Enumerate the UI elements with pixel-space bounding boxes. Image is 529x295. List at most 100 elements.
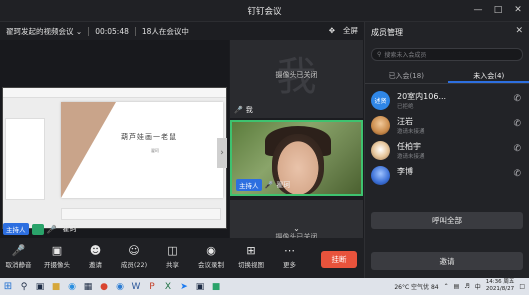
search-icon: ⚲ — [377, 51, 382, 58]
call-all-button[interactable]: 呼叫全部 — [371, 212, 523, 229]
grid-icon: ⊞ — [246, 243, 256, 257]
member-name: 任柏宇 — [397, 142, 421, 151]
hang-up-button[interactable]: 挂断 — [321, 251, 357, 268]
share-button[interactable]: ◫ 共享 — [154, 243, 191, 270]
presenter-name: 翟珂 — [62, 225, 77, 233]
os-taskbar: ⊞ ⚲ ▣ ■ ◉ ▦ ● ◉ W P X ➤ ▣ ■ 26°C 空气优 84 … — [0, 278, 529, 295]
member-status: 邀请未接通 — [397, 154, 425, 160]
phone-icon[interactable]: ✆ — [513, 169, 521, 179]
task-view-icon[interactable]: ▣ — [32, 280, 48, 294]
member-search-input[interactable]: ⚲ 搜索未入会成员 — [371, 48, 523, 61]
phone-icon[interactable]: ✆ — [513, 94, 521, 104]
camera-button[interactable]: ▣ 开摄像头 — [37, 244, 77, 270]
video-tile-self[interactable]: 我 摄像头已关闭 🎤 我 — [230, 40, 363, 118]
unmute-button[interactable]: 🎤 取消静音 — [0, 243, 37, 270]
record-button[interactable]: ◉ 会议录制 — [191, 244, 231, 270]
app-icon[interactable]: ■ — [208, 280, 224, 294]
minimize-icon[interactable]: — — [471, 3, 485, 17]
shared-screen-area: 葫芦娃画一老鼠 翟珂 › — [0, 40, 229, 238]
ppt-thumbnail-pane — [5, 118, 45, 200]
avatar: 述贤 — [371, 91, 390, 110]
camera-off-text: 摄像头已关闭 — [275, 71, 318, 79]
slide-subtitle: 翟珂 — [151, 148, 159, 153]
toolbar-label: 会议录制 — [198, 261, 224, 269]
close-icon[interactable]: ✕ — [511, 3, 525, 17]
list-item[interactable]: 李博 ✆ — [365, 163, 529, 188]
meeting-name-dropdown[interactable]: 翟珂发起的视频会议 ⌄ — [0, 26, 88, 37]
video-tiles: 我 摄像头已关闭 🎤 我 主持人 🎤 翟珂 ⌄ 摄像头已关闭 — [230, 40, 363, 241]
chrome-icon[interactable]: ● — [96, 280, 112, 294]
screen-share-icon — [31, 223, 44, 235]
member-name: 汪岩 — [397, 117, 413, 126]
list-item[interactable]: 汪岩 邀请未接通 ✆ — [365, 113, 529, 138]
meeting-duration: 00:05:48 — [95, 26, 129, 36]
volume-icon[interactable]: ♬ — [464, 283, 469, 290]
dingtalk-icon[interactable]: ➤ — [176, 280, 192, 294]
search-placeholder: 搜索未入会成员 — [384, 52, 427, 59]
slide-decoration — [61, 102, 116, 198]
search-icon[interactable]: ⚲ — [16, 280, 32, 294]
participant-count: 18人在会议中 — [141, 26, 189, 36]
member-status: 邀请未接通 — [397, 129, 425, 135]
browser-icon[interactable]: ◉ — [64, 280, 80, 294]
toolbar-label: 切换视图 — [238, 261, 264, 269]
ime-indicator[interactable]: 中 — [475, 282, 481, 291]
meeting-toolbar: 🎤 取消静音 ▣ 开摄像头 ☻ 邀请 ☺ 成员(22) ◫ 共享 ◉ 会议录制 … — [0, 238, 364, 278]
fullscreen-button[interactable]: 全屏 — [343, 25, 358, 36]
member-name: 李博 — [397, 167, 413, 176]
grid-layout-icon[interactable]: ✥ — [329, 26, 335, 35]
phone-icon[interactable]: ✆ — [513, 119, 521, 129]
avatar — [371, 141, 390, 160]
invite-members-button[interactable]: 邀请 — [371, 252, 523, 270]
weather-widget[interactable]: 26°C 空气优 84 — [394, 282, 438, 291]
tile-name: 翟珂 — [276, 181, 291, 189]
video-tile-other[interactable]: ⌄ 摄像头已关闭 — [230, 200, 363, 241]
mic-muted-icon: 🎤 — [234, 106, 243, 114]
invite-button[interactable]: ☻ 邀请 — [77, 243, 114, 270]
mic-muted-icon: 🎤 — [11, 243, 26, 257]
list-item[interactable]: 任柏宇 邀请未接通 ✆ — [365, 138, 529, 163]
phone-icon[interactable]: ✆ — [513, 144, 521, 154]
app-icon[interactable]: ▣ — [192, 280, 208, 294]
toolbar-label: 成员(22) — [120, 261, 148, 269]
file-explorer-icon[interactable]: ■ — [48, 280, 64, 294]
network-icon[interactable]: ▤ — [454, 283, 460, 290]
member-status: 已拒绝 — [397, 104, 414, 110]
excel-icon[interactable]: X — [160, 280, 176, 294]
notification-icon[interactable]: □ — [519, 283, 525, 290]
ppt-slide: 葫芦娃画一老鼠 翟珂 — [61, 102, 223, 198]
ppt-toolbar — [3, 88, 226, 98]
toolbar-label: 邀请 — [89, 261, 102, 269]
close-icon[interactable]: ✕ — [515, 26, 523, 36]
collapse-arrow-icon[interactable]: › — [217, 138, 227, 168]
dingtalk-meeting-window: 钉钉会议 — □ ✕ 翟珂发起的视频会议 ⌄ 00:05:48 18人在会议中 … — [0, 0, 529, 295]
clock-time: 14:36 周五 — [485, 279, 515, 285]
tab-not-joined[interactable]: 未入会(4) — [447, 68, 529, 83]
maximize-icon[interactable]: □ — [491, 3, 505, 17]
video-tile-speaker[interactable]: 主持人 🎤 翟珂 — [230, 120, 363, 196]
clock[interactable]: 14:36 周五 2021/8/27 — [486, 279, 515, 293]
host-badge: 主持人 — [236, 179, 262, 191]
more-button[interactable]: ⋯ 更多 — [271, 243, 308, 270]
panel-title: 成员管理 — [371, 28, 403, 37]
members-icon: ☺ — [128, 243, 140, 257]
members-button[interactable]: ☺ 成员(22) — [114, 243, 154, 270]
word-icon[interactable]: W — [128, 280, 144, 294]
mic-icon: 🎤 — [46, 224, 57, 234]
invite-icon: ☻ — [89, 243, 102, 257]
store-icon[interactable]: ▦ — [80, 280, 96, 294]
switch-view-button[interactable]: ⊞ 切换视图 — [231, 243, 271, 270]
toolbar-label: 更多 — [283, 261, 296, 269]
chevron-up-icon[interactable]: ⌃ — [444, 283, 449, 290]
powerpoint-icon[interactable]: P — [144, 280, 160, 294]
more-icon: ⋯ — [284, 243, 295, 257]
tab-joined[interactable]: 已入会(18) — [365, 68, 448, 83]
toolbar-label: 开摄像头 — [44, 261, 70, 269]
meeting-info-bar: 翟珂发起的视频会议 ⌄ 00:05:48 18人在会议中 ✥ 全屏 — [0, 22, 364, 40]
share-icon: ◫ — [167, 243, 178, 257]
ppt-status-bar — [61, 208, 221, 220]
window-title: 钉钉会议 — [247, 7, 282, 17]
list-item[interactable]: 述贤 20室内106... 已拒绝 ✆ — [365, 88, 529, 113]
windows-start-icon[interactable]: ⊞ — [0, 280, 16, 294]
edge-icon[interactable]: ◉ — [112, 280, 128, 294]
